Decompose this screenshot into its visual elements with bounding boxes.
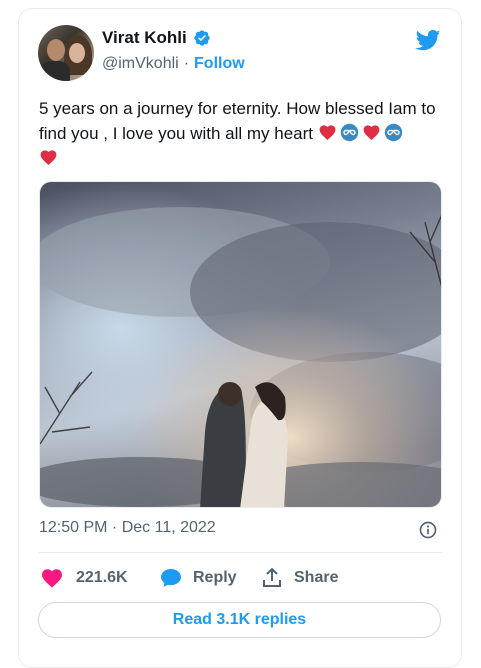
author-handle[interactable]: @imVkohli xyxy=(102,55,179,73)
share-button[interactable]: Share xyxy=(260,566,338,590)
share-icon xyxy=(263,567,281,587)
author-handle-row: @imVkohli · Follow xyxy=(102,55,245,73)
twitter-bird-icon[interactable] xyxy=(413,27,443,53)
author-name[interactable]: Virat Kohli xyxy=(102,28,187,48)
avatar[interactable] xyxy=(38,25,94,81)
share-label: Share xyxy=(294,569,339,586)
like-count: 221.6K xyxy=(76,569,128,586)
tweet-timestamp[interactable]: 12:50 PM · Dec 11, 2022 xyxy=(39,519,216,537)
separator-dot: · xyxy=(183,55,190,72)
red-heart-icon xyxy=(319,125,336,141)
info-icon[interactable] xyxy=(418,520,438,540)
verified-badge-icon xyxy=(194,30,210,46)
red-heart-icon xyxy=(363,125,380,141)
divider xyxy=(39,552,442,553)
follow-link[interactable]: Follow xyxy=(194,55,245,73)
read-replies-label: Read 3.1K replies xyxy=(172,611,307,628)
tweet-text-block: 5 years on a journey for eternity. How b… xyxy=(39,96,449,171)
reply-label: Reply xyxy=(193,569,237,586)
heart-icon xyxy=(42,569,62,588)
reply-button[interactable]: Reply xyxy=(159,566,237,590)
reply-bubble-icon xyxy=(161,569,181,587)
infinity-icon xyxy=(384,123,402,142)
author-name-row[interactable]: Virat Kohli xyxy=(102,28,211,48)
infinity-icon xyxy=(340,123,358,142)
couple-sky-photo xyxy=(40,182,441,507)
like-button[interactable]: 221.6K xyxy=(40,566,128,590)
read-replies-button[interactable]: Read 3.1K replies xyxy=(38,602,441,638)
tweet-photo[interactable] xyxy=(39,181,442,508)
red-heart-icon xyxy=(40,150,57,166)
